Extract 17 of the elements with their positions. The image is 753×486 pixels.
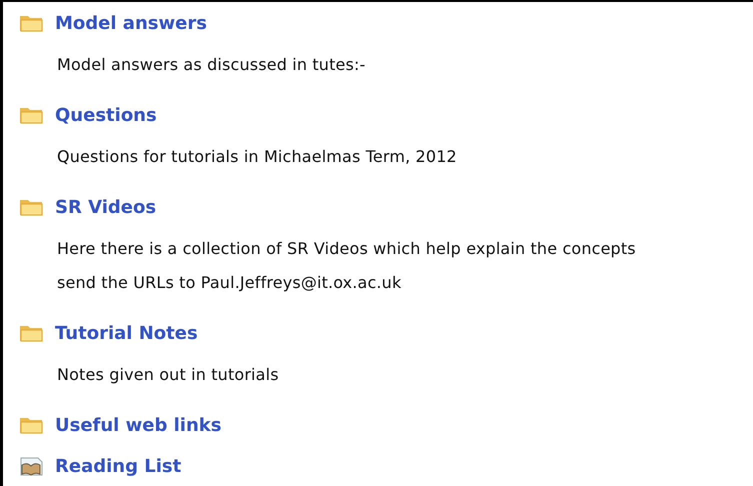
folder-icon — [19, 105, 44, 125]
folder-icon — [19, 197, 44, 217]
section-link[interactable]: Useful web links — [55, 414, 222, 436]
description-text: Here there is a collection of SR Videos which help explain the concepts — [57, 238, 637, 260]
section-link[interactable]: SR Videos — [55, 196, 156, 218]
section-link[interactable]: Reading List — [55, 456, 182, 476]
book-icon — [19, 456, 44, 476]
section-link[interactable]: Tutorial Notes — [55, 322, 198, 344]
folder-icon — [19, 13, 44, 33]
description-text: Model answers as discussed in tutes:- — [57, 54, 366, 76]
description-text: Notes given out in tutorials — [57, 364, 280, 386]
section-link[interactable]: Model answers — [55, 12, 207, 34]
description-text: Questions for tutorials in Michaelmas Term, 2012 — [57, 146, 458, 168]
description-text: send the URLs to Paul.Jeffreys@it.ox.ac.uk — [57, 272, 402, 294]
folder-icon — [19, 323, 44, 343]
section-link[interactable]: Questions — [55, 104, 157, 126]
folder-icon — [19, 415, 44, 435]
